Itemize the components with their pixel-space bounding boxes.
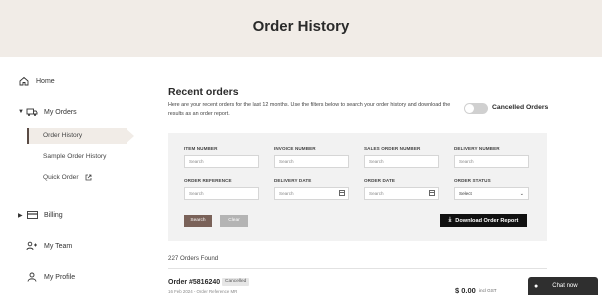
status-badge: Cancelled bbox=[222, 278, 250, 286]
date-placeholder: Search bbox=[369, 191, 384, 196]
sidebar-item-my-orders[interactable]: My Orders bbox=[26, 107, 77, 117]
order-status-select[interactable]: Select ⌄ bbox=[454, 187, 529, 200]
chevron-down-icon[interactable]: ▼ bbox=[18, 109, 24, 115]
filter-label: DELIVERY NUMBER bbox=[454, 146, 500, 151]
calendar-icon[interactable] bbox=[429, 190, 435, 196]
gst-note: incl GST bbox=[479, 288, 497, 293]
download-order-report-button[interactable]: ⤓ Download Order Report bbox=[440, 214, 527, 227]
filter-label: ORDER DATE bbox=[364, 178, 396, 183]
filter-label: ITEM NUMBER bbox=[184, 146, 218, 151]
team-icon bbox=[26, 241, 38, 251]
item-number-input[interactable]: Search bbox=[184, 155, 259, 168]
sidebar-item-home[interactable]: Home bbox=[18, 76, 55, 86]
filter-label: INVOICE NUMBER bbox=[274, 146, 316, 151]
sidebar-item-label: Billing bbox=[44, 211, 63, 219]
clear-button[interactable]: Clear bbox=[220, 215, 248, 227]
sidebar-item-my-team[interactable]: My Team bbox=[26, 241, 72, 251]
sidebar-item-label: My Team bbox=[44, 242, 73, 250]
sidebar-subitem-order-history[interactable]: Order History bbox=[43, 132, 82, 139]
cancelled-orders-toggle[interactable] bbox=[464, 103, 488, 114]
page-title: Order History bbox=[252, 18, 350, 35]
order-date-input[interactable]: Search bbox=[364, 187, 439, 200]
delivery-date-input[interactable]: Search bbox=[274, 187, 349, 200]
filter-label: ORDER STATUS bbox=[454, 178, 491, 183]
chat-now-button[interactable]: ● Chat now bbox=[528, 277, 598, 295]
filter-label: ORDER REFERENCE bbox=[184, 178, 232, 183]
external-link-icon bbox=[85, 174, 92, 181]
sidebar-subitem-sample-order-history[interactable]: Sample Order History bbox=[43, 153, 106, 160]
toggle-label: Cancelled Orders bbox=[492, 104, 549, 111]
download-label: Download Order Report bbox=[455, 217, 519, 224]
invoice-number-input[interactable]: Search bbox=[274, 155, 349, 168]
sidebar-subitem-label: Quick Order bbox=[43, 174, 79, 181]
card-icon bbox=[26, 210, 38, 220]
divider bbox=[168, 268, 547, 269]
download-icon: ⤓ bbox=[448, 217, 452, 223]
chat-label: Chat now bbox=[552, 283, 578, 289]
search-button[interactable]: Search bbox=[184, 215, 212, 227]
calendar-icon[interactable] bbox=[339, 190, 345, 196]
section-description: Here are your recent orders for the last… bbox=[168, 102, 451, 117]
delivery-number-input[interactable]: Search bbox=[454, 155, 529, 168]
sidebar-item-my-profile[interactable]: My Profile bbox=[26, 272, 75, 282]
home-icon bbox=[18, 76, 30, 86]
chevron-right-icon[interactable]: ▶ bbox=[18, 212, 23, 219]
orders-found-count: 227 Orders Found bbox=[168, 255, 219, 262]
select-value: Select bbox=[459, 191, 472, 196]
chevron-down-icon: ⌄ bbox=[519, 191, 524, 197]
order-number[interactable]: Order #5816240 bbox=[168, 279, 220, 286]
order-reference-input[interactable]: Search bbox=[184, 187, 259, 200]
active-arrow bbox=[125, 128, 134, 144]
order-meta: 16 Feb 2024 - Order Reference MR bbox=[168, 289, 238, 294]
sidebar-item-billing[interactable]: Billing bbox=[26, 210, 63, 220]
filter-label: SALES ORDER NUMBER bbox=[364, 146, 421, 151]
sales-order-number-input[interactable]: Search bbox=[364, 155, 439, 168]
sidebar-subitem-quick-order[interactable]: Quick Order bbox=[43, 174, 92, 181]
sidebar-item-label: My Orders bbox=[44, 108, 77, 116]
section-title: Recent orders bbox=[168, 86, 239, 98]
person-icon bbox=[26, 272, 38, 282]
sidebar-item-label: Home bbox=[36, 77, 55, 85]
toggle-knob bbox=[465, 104, 474, 113]
truck-icon bbox=[26, 107, 38, 117]
filter-label: DELIVERY DATE bbox=[274, 178, 312, 183]
chat-icon: ● bbox=[534, 282, 539, 290]
page-header: Order History bbox=[0, 0, 602, 57]
sidebar-item-label: My Profile bbox=[44, 273, 76, 281]
date-placeholder: Search bbox=[279, 191, 294, 196]
order-price: $ 0.00 bbox=[455, 286, 476, 295]
